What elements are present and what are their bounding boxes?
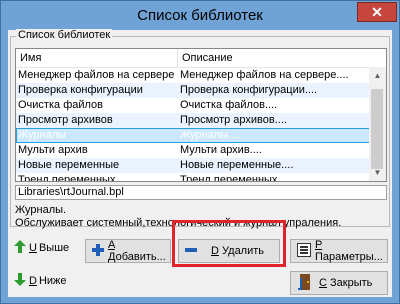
scroll-up-icon[interactable]: ▲ [369, 67, 386, 84]
row-description: Проверка конфигурации.... [180, 84, 318, 96]
row-description: Журналы.... [180, 129, 241, 141]
row-description: Менеджер файлов на сервере.... [180, 69, 349, 81]
highlight-frame [172, 220, 286, 267]
column-header-name[interactable]: Имя [16, 49, 178, 67]
close-accel-key: C [319, 277, 327, 289]
parameters-icon [297, 242, 311, 260]
table-row[interactable]: Менеджер файлов на сервере Менеджер файл… [16, 68, 381, 83]
add-button[interactable]: A Добавить... [85, 239, 171, 263]
row-name: Очистка файлов [18, 99, 104, 111]
arrow-down-icon [14, 273, 26, 289]
table-row-selected[interactable]: Журналы Журналы.... [16, 128, 381, 143]
plus-icon [92, 243, 104, 259]
row-name: Просмотр архивов [18, 114, 113, 126]
add-accel-key: A [108, 239, 115, 251]
params-label: Параметры... [315, 251, 383, 263]
table-row[interactable]: Новые переменные Новые переменные.... [16, 158, 381, 173]
arrow-up-icon [14, 240, 26, 256]
up-label: Выше [38, 242, 70, 254]
move-down-button[interactable]: D Ниже [14, 271, 67, 291]
title-bar[interactable]: Список библиотек ✕ [1, 1, 399, 31]
row-name: Мульти архив [18, 144, 88, 156]
move-up-button[interactable]: U Выше [14, 238, 69, 258]
window-title: Список библиотек [137, 7, 263, 24]
library-list[interactable]: Имя Описание Менеджер файлов на сервере … [15, 48, 387, 182]
close-label: Закрыть [330, 277, 373, 289]
up-accel-key: U [29, 242, 37, 254]
parameters-button[interactable]: P Параметры... [290, 239, 388, 263]
table-row[interactable]: Тренд переменных Тренд переменных.... [16, 173, 381, 182]
exit-door-icon [297, 273, 311, 293]
row-name: Журналы [18, 129, 67, 141]
down-label: Ниже [38, 275, 67, 287]
description-title: Журналы. [15, 204, 67, 216]
library-path-field: Libraries\rtJournal.bpl [15, 185, 387, 200]
row-name: Новые переменные [18, 159, 120, 171]
groupbox-label: Список библиотек [16, 29, 113, 41]
row-description: Очистка файлов.... [180, 99, 278, 111]
row-description: Просмотр архивов.... [180, 114, 287, 126]
row-name: Проверка конфигурации [18, 84, 143, 96]
params-accel-key: P [315, 239, 323, 251]
close-window-button[interactable]: ✕ [357, 2, 397, 22]
table-row[interactable]: Проверка конфигурации Проверка конфигура… [16, 83, 381, 98]
table-row[interactable]: Просмотр архивов Просмотр архивов.... [16, 113, 381, 128]
row-description: Мульти архив.... [180, 144, 262, 156]
dialog-client-area: Список библиотек Имя Описание Менеджер ф… [8, 29, 392, 297]
down-accel-key: D [29, 275, 37, 287]
library-list-window: Список библиотек ✕ Список библиотек Имя … [0, 0, 400, 304]
table-row[interactable]: Мульти архив Мульти архив.... [16, 143, 381, 158]
scroll-thumb[interactable] [371, 89, 383, 169]
list-header: Имя Описание [16, 49, 386, 68]
row-description: Новые переменные.... [180, 159, 294, 171]
table-row[interactable]: Очистка файлов Очистка файлов.... [16, 98, 381, 113]
scroll-down-icon[interactable]: ▼ [369, 164, 386, 181]
row-description: Тренд переменных.... [180, 174, 290, 182]
row-name: Тренд переменных [18, 174, 116, 182]
library-groupbox: Список библиотек Имя Описание Менеджер ф… [10, 29, 390, 229]
row-name: Менеджер файлов на сервере [18, 69, 175, 81]
vertical-scrollbar[interactable]: ▲ ▼ [369, 67, 386, 181]
close-button[interactable]: C Закрыть [290, 271, 388, 295]
column-header-description[interactable]: Описание [178, 49, 386, 67]
add-label: Добавить... [108, 251, 166, 263]
